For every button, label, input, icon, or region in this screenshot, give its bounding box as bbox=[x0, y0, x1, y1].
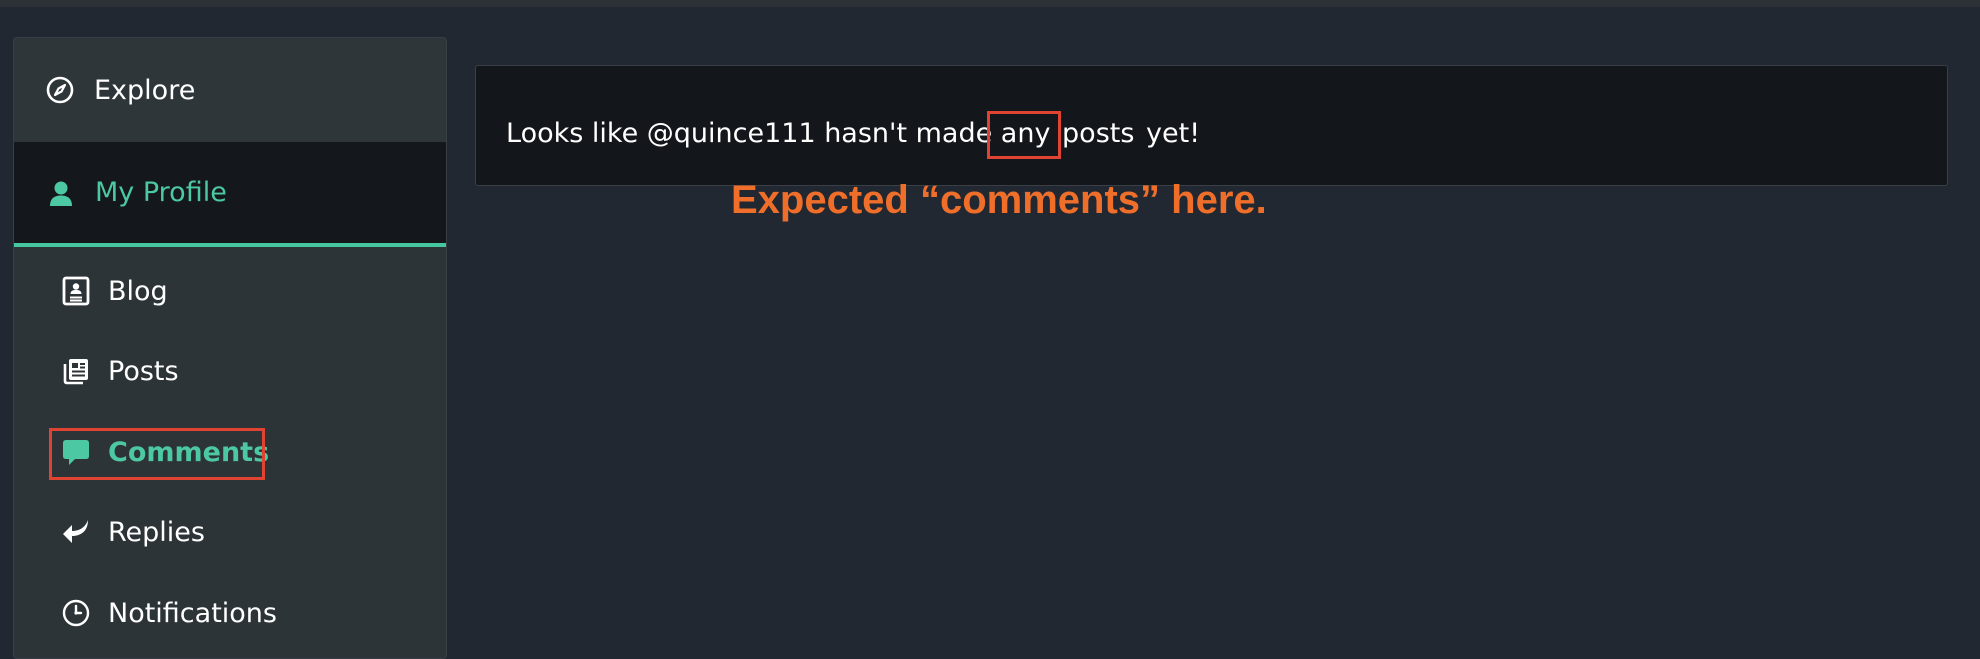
sidebar-item-label: My Profile bbox=[95, 177, 227, 208]
notice-highlighted-word: posts bbox=[1062, 118, 1135, 149]
notice-suffix: yet! bbox=[1146, 118, 1201, 149]
compass-icon bbox=[44, 74, 76, 106]
reply-icon bbox=[60, 516, 92, 548]
notice-prefix: Looks like @quince111 hasn't made any bbox=[506, 118, 1051, 149]
sidebar: Explore My Profile Blog Posts Comments R… bbox=[13, 37, 447, 659]
sidebar-item-label: Explore bbox=[94, 74, 196, 106]
clock-icon bbox=[60, 597, 92, 629]
sidebar-subitem-label: Blog bbox=[108, 275, 168, 307]
sidebar-subitem-label: Comments bbox=[108, 436, 270, 468]
annotation-callout: Expected “comments” here. bbox=[731, 178, 1267, 222]
comment-icon bbox=[60, 436, 92, 468]
sidebar-subitem-label: Notifications bbox=[108, 597, 277, 629]
sidebar-item-my-profile[interactable]: My Profile bbox=[14, 142, 446, 247]
posts-icon bbox=[60, 355, 92, 387]
empty-state-message: Looks like @quince111 hasn't made any po… bbox=[506, 118, 1200, 149]
sidebar-subitem-replies[interactable]: Replies bbox=[14, 502, 446, 562]
top-bar bbox=[0, 0, 1980, 7]
sidebar-subitem-label: Replies bbox=[108, 516, 205, 548]
sidebar-subitem-posts[interactable]: Posts bbox=[14, 341, 446, 401]
sidebar-subitem-blog[interactable]: Blog bbox=[14, 261, 446, 321]
sidebar-item-explore[interactable]: Explore bbox=[14, 38, 446, 142]
sidebar-subitem-notifications[interactable]: Notifications bbox=[14, 583, 446, 643]
sidebar-subitem-label: Posts bbox=[108, 355, 179, 387]
blog-icon bbox=[60, 275, 92, 307]
empty-state-notice: Looks like @quince111 hasn't made any po… bbox=[475, 65, 1948, 186]
sidebar-subitem-comments[interactable]: Comments bbox=[14, 422, 446, 482]
user-icon bbox=[45, 177, 77, 209]
